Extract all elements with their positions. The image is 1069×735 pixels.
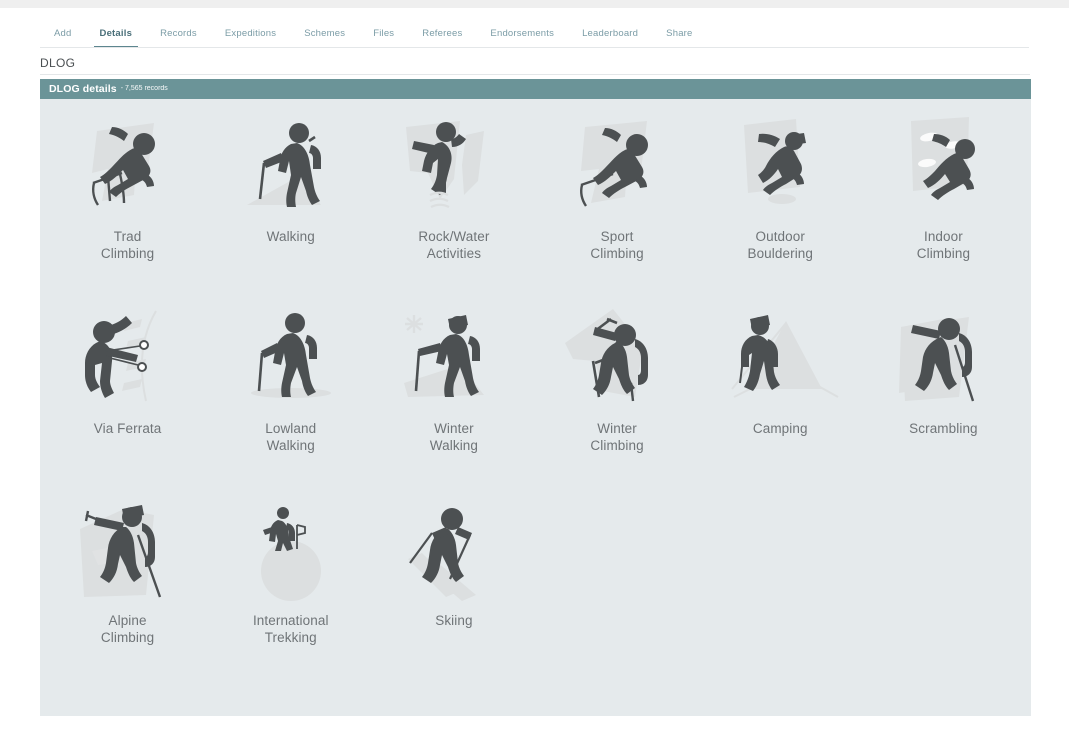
activity-tile-outdoor-bouldering[interactable]: Outdoor Bouldering [699, 113, 862, 305]
activity-label: Sport Climbing [590, 229, 644, 261]
dlog-details-panel: DLOG details - 7,565 records Trad Climbin… [40, 79, 1031, 716]
tab-endorsements[interactable]: Endorsements [476, 28, 568, 48]
outdoor-bouldering-icon [714, 113, 846, 225]
activity-label: Alpine Climbing [100, 613, 155, 645]
alpine-climbing-icon [62, 497, 194, 609]
activity-label: Outdoor Bouldering [747, 229, 814, 261]
activity-tile-sport-climbing[interactable]: Sport Climbing [536, 113, 699, 305]
activity-tile-via-ferrata[interactable]: Via Ferrata [46, 305, 209, 497]
indoor-climbing-icon [877, 113, 1009, 225]
activity-tile-winter-walking[interactable]: Winter Walking [372, 305, 535, 497]
activity-label: Winter Walking [429, 421, 479, 453]
page-title-divider [40, 74, 1030, 75]
sport-climbing-icon [551, 113, 683, 225]
activity-label: Walking [266, 229, 315, 244]
via-ferrata-icon [62, 305, 194, 417]
activity-grid: Trad Climbing Walking Rock/Water Activitie… [40, 99, 1031, 689]
tab-bar: Add Details Records Expeditions Schemes Files… [0, 8, 1069, 48]
activity-tile-walking[interactable]: Walking [209, 113, 372, 305]
trad-climbing-icon [62, 113, 194, 225]
tab-leaderboard[interactable]: Leaderboard [568, 28, 652, 48]
activity-label: Via Ferrata [93, 421, 162, 436]
international-trekking-icon [225, 497, 357, 609]
activity-label: Rock/Water Activities [418, 229, 490, 261]
activity-tile-trad-climbing[interactable]: Trad Climbing [46, 113, 209, 305]
panel-header: DLOG details - 7,565 records [40, 79, 1031, 99]
activity-label: International Trekking [252, 613, 329, 645]
activity-label: Scrambling [909, 421, 978, 436]
tab-list: Add Details Records Expeditions Schemes Files… [40, 8, 707, 48]
page-title: DLOG [40, 56, 76, 70]
activity-tile-alpine-climbing[interactable]: Alpine Climbing [46, 497, 209, 689]
activity-tile-skiing[interactable]: Skiing [372, 497, 535, 689]
activity-tile-camping[interactable]: Camping [699, 305, 862, 497]
tab-add[interactable]: Add [40, 28, 86, 48]
tab-details[interactable]: Details [86, 28, 147, 48]
activity-label: Winter Climbing [590, 421, 644, 453]
window-top-strip [0, 0, 1069, 8]
activity-label: Lowland Walking [265, 421, 317, 453]
tab-expeditions[interactable]: Expeditions [211, 28, 290, 48]
panel-header-title: DLOG details [49, 83, 117, 95]
dlog-details-page: Add Details Records Expeditions Schemes Files… [0, 0, 1069, 735]
activity-tile-international-trekking[interactable]: International Trekking [209, 497, 372, 689]
winter-walking-icon [388, 305, 520, 417]
lowland-walking-icon [225, 305, 357, 417]
activity-label: Trad Climbing [100, 229, 155, 261]
skiing-icon [388, 497, 520, 609]
activity-label: Skiing [435, 613, 473, 628]
activity-tile-lowland-walking[interactable]: Lowland Walking [209, 305, 372, 497]
activity-label: Indoor Climbing [916, 229, 971, 261]
activity-label: Camping [752, 421, 808, 436]
tab-share[interactable]: Share [652, 28, 706, 48]
camping-icon [714, 305, 846, 417]
tab-schemes[interactable]: Schemes [290, 28, 359, 48]
winter-climbing-icon [551, 305, 683, 417]
activity-tile-scrambling[interactable]: Scrambling [862, 305, 1025, 497]
activity-tile-winter-climbing[interactable]: Winter Climbing [536, 305, 699, 497]
walking-icon [225, 113, 357, 225]
activity-tile-rock-water-activities[interactable]: Rock/Water Activities [372, 113, 535, 305]
tab-files[interactable]: Files [359, 28, 408, 48]
tab-bar-divider [40, 47, 1029, 48]
scrambling-icon [877, 305, 1009, 417]
panel-header-record-count: - 7,565 records [120, 85, 168, 92]
rock-water-activities-icon [388, 113, 520, 225]
tab-referees[interactable]: Referees [408, 28, 476, 48]
activity-tile-indoor-climbing[interactable]: Indoor Climbing [862, 113, 1025, 305]
tab-records[interactable]: Records [146, 28, 211, 48]
